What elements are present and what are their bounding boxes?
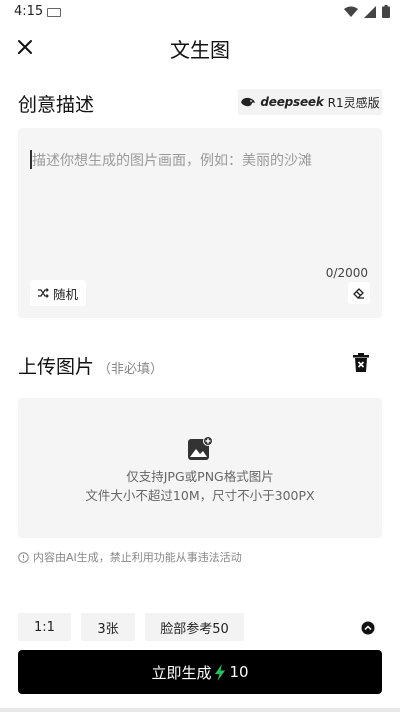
generate-label: 立即生成 <box>151 663 212 682</box>
trash-icon <box>353 353 369 372</box>
notice-text: 内容由AI生成，禁止利用功能从事违法活动 <box>33 551 242 564</box>
collapse-options-button[interactable] <box>361 620 375 635</box>
prompt-placeholder: 描述你想生成的图片画面，例如：美丽的沙滩 <box>32 153 312 169</box>
upload-size-hint: 文件大小不超过10M，尺寸不小于300PX <box>85 488 315 503</box>
upload-title: 上传图片 <box>18 356 95 378</box>
generate-button[interactable]: 立即生成 10 <box>18 650 382 694</box>
deepseek-badge[interactable]: deepseek R1灵感版 <box>238 89 382 115</box>
status-icons <box>344 5 390 18</box>
whale-icon <box>241 97 256 107</box>
random-button[interactable]: 随机 <box>30 280 86 306</box>
page-title: 文生图 <box>170 38 230 62</box>
upload-format-hint: 仅支持JPG或PNG格式图片 <box>126 469 274 484</box>
count-option[interactable]: 3张 <box>81 613 135 641</box>
signal-icon <box>364 5 376 18</box>
char-count: 0/2000 <box>325 266 368 280</box>
deepseek-version: R1灵感版 <box>327 95 380 110</box>
lightning-icon <box>215 663 226 681</box>
info-icon <box>18 551 29 563</box>
keyboard-icon <box>47 8 61 17</box>
shuffle-icon <box>37 288 49 298</box>
bottom-bar <box>0 708 400 712</box>
random-label: 随机 <box>52 286 78 302</box>
status-bar: 4:15 <box>0 0 400 24</box>
prompt-input[interactable]: 描述你想生成的图片画面，例如：美丽的沙滩 0/2000 随机 <box>18 128 382 318</box>
wifi-icon <box>344 6 358 17</box>
ai-notice: 内容由AI生成，禁止利用功能从事违法活动 <box>18 549 242 565</box>
face-reference-option[interactable]: 脸部参考50 <box>145 613 244 641</box>
battery-icon <box>382 5 390 18</box>
status-time: 4:15 <box>14 4 44 19</box>
top-bar: 文生图 <box>0 28 400 68</box>
delete-image-button[interactable] <box>351 352 371 374</box>
upload-section-title: 上传图片 （非必填） <box>18 352 163 379</box>
upload-image-area[interactable]: 仅支持JPG或PNG格式图片 文件大小不超过10M，尺寸不小于300PX <box>18 398 382 538</box>
eraser-icon <box>353 288 364 299</box>
clear-text-button[interactable] <box>348 282 370 304</box>
optional-label: （非必填） <box>98 362 164 377</box>
deepseek-brand: deepseek <box>260 95 324 109</box>
add-image-icon <box>188 436 213 460</box>
generate-cost: 10 <box>229 663 249 681</box>
creative-section-title: 创意描述 <box>18 94 95 116</box>
chevron-up-icon <box>361 621 375 635</box>
ratio-option[interactable]: 1:1 <box>18 613 71 641</box>
